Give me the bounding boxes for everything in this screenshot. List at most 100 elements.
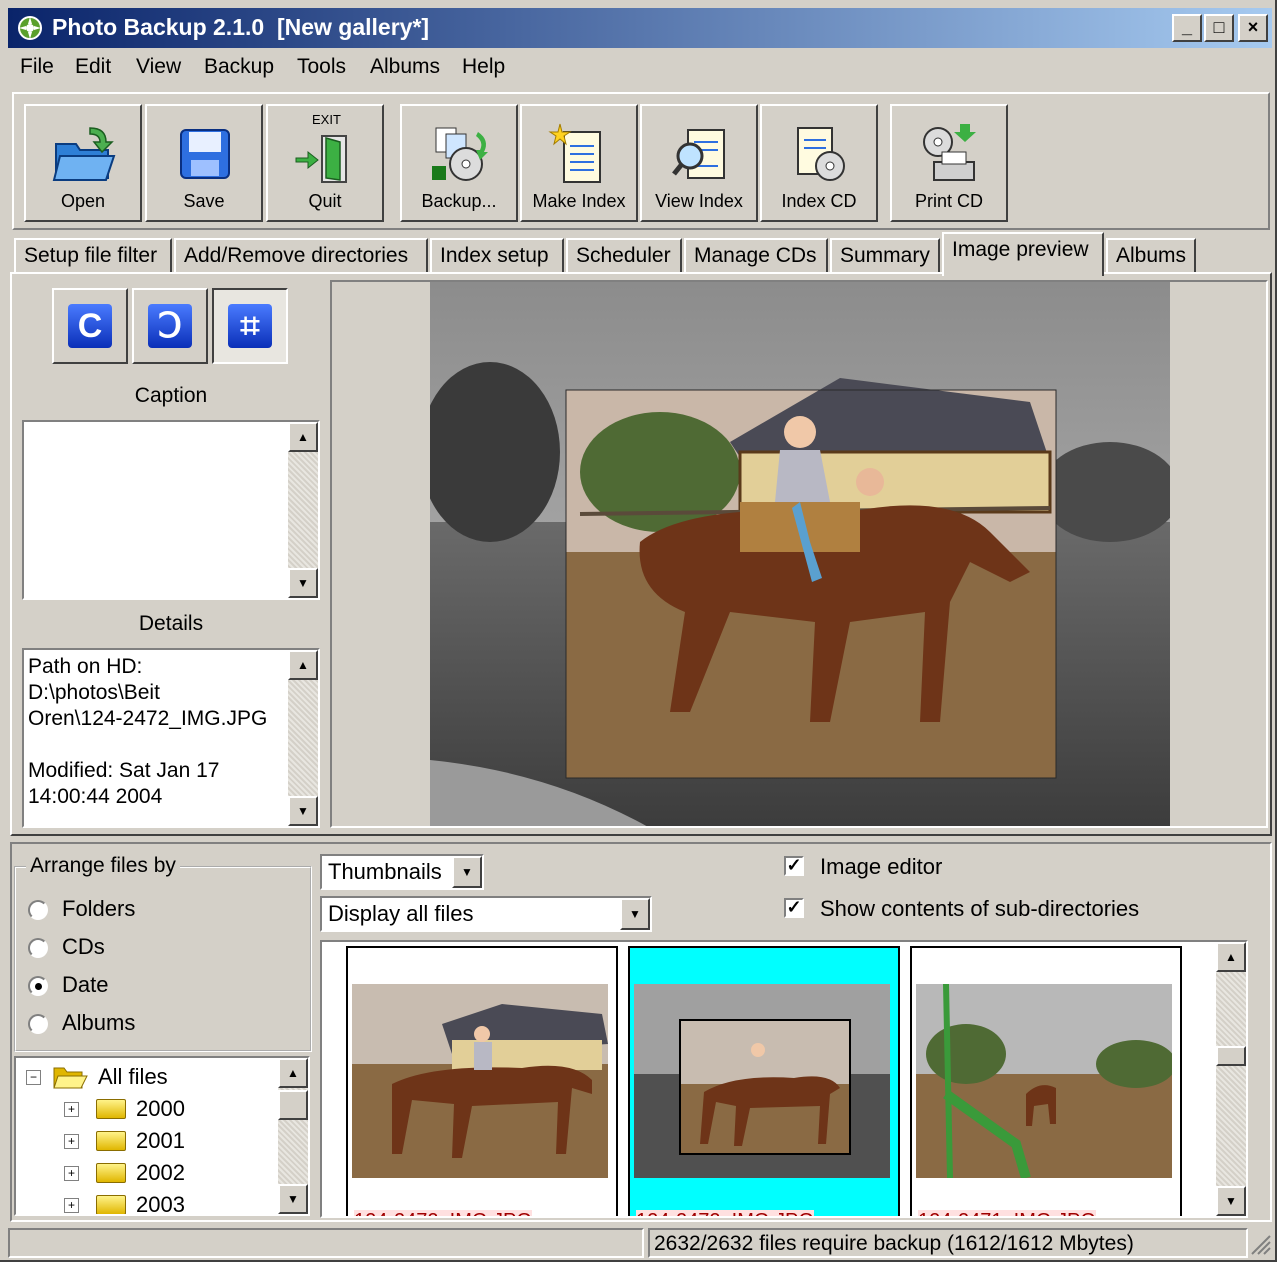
window-title: Photo Backup 2.1.0 [New gallery*] [52, 14, 430, 40]
caption-label: Caption [134, 384, 208, 407]
tree-scroll-down-icon[interactable]: ▼ [278, 1184, 308, 1214]
checkmark-icon[interactable]: ✓ [784, 856, 804, 876]
rotate-counterclockwise-icon: Ↄ [148, 304, 192, 348]
menu-edit[interactable]: Edit [75, 55, 111, 79]
exit-badge: EXIT [312, 112, 341, 127]
chevron-down-icon[interactable]: ▼ [620, 898, 650, 930]
backup-button[interactable]: Backup... [400, 104, 518, 222]
folder-icon [96, 1163, 126, 1183]
index-cd-button[interactable]: Index CD [760, 104, 878, 222]
tab-manage-cds[interactable]: Manage CDs [684, 238, 828, 274]
thumbnail-image[interactable] [634, 984, 890, 1178]
thumbnail-scroll-down-icon[interactable]: ▼ [1216, 1186, 1246, 1216]
expand-icon[interactable]: + [64, 1198, 79, 1213]
checkmark-icon[interactable]: ✓ [784, 898, 804, 918]
tree-scroll-thumb[interactable] [278, 1090, 308, 1120]
thumbnail-image[interactable] [916, 984, 1172, 1178]
caption-scrollbar[interactable]: ▲ ▼ [288, 422, 318, 598]
maximize-button[interactable]: □ [1204, 14, 1234, 42]
tab-summary[interactable]: Summary [830, 238, 940, 274]
thumbnail-item[interactable]: 124-2472_IMG.JPG [346, 946, 618, 1216]
close-button[interactable]: × [1238, 14, 1268, 42]
tab-image-preview[interactable]: Image preview [942, 232, 1104, 276]
preview-photo[interactable] [430, 282, 1170, 828]
tab-setup-file-filter[interactable]: Setup file filter [14, 238, 172, 274]
menu-view[interactable]: View [136, 55, 181, 79]
print-cd-button[interactable]: Print CD [890, 104, 1008, 222]
menu-tools[interactable]: Tools [297, 55, 346, 79]
rotate-counterclockwise-button[interactable]: Ↄ [132, 288, 208, 364]
details-line [28, 732, 267, 758]
save-button[interactable]: Save [145, 104, 263, 222]
arrange-files-group: Arrange files by Folders CDs Date Albums [14, 854, 312, 1052]
radio-albums-button[interactable] [28, 1014, 48, 1034]
thumbnail-scroll-up-icon[interactable]: ▲ [1216, 942, 1246, 972]
tab-scheduler[interactable]: Scheduler [566, 238, 682, 274]
tab-albums[interactable]: Albums [1106, 238, 1196, 274]
tab-index-setup[interactable]: Index setup [430, 238, 564, 274]
minimize-button[interactable]: _ [1172, 14, 1202, 42]
expand-icon[interactable]: + [64, 1166, 79, 1181]
floppy-disk-icon [180, 129, 230, 179]
tree-label: 2000 [136, 1096, 185, 1121]
print-cd-icon [923, 124, 976, 181]
image-preview-area[interactable] [330, 280, 1268, 828]
make-index-button[interactable]: Make Index [520, 104, 638, 222]
radio-cds-button[interactable] [28, 938, 48, 958]
radio-albums-label[interactable]: Albums [62, 1010, 135, 1036]
thumbnail-item-selected[interactable]: 124-2472_IMG.JPG [628, 946, 900, 1216]
menu-file[interactable]: File [20, 55, 54, 79]
folder-tree[interactable]: − All files + 2000 + 2001 + 2002 + 2003 [14, 1056, 310, 1216]
show-subdirectories-checkbox[interactable]: ✓ Show contents of sub-directories [784, 896, 1184, 926]
tree-label: All files [98, 1064, 168, 1089]
menu-backup[interactable]: Backup [204, 55, 274, 79]
thumbnail-image[interactable] [352, 984, 608, 1178]
tree-scroll-up-icon[interactable]: ▲ [278, 1058, 308, 1088]
collapse-icon[interactable]: − [26, 1070, 41, 1085]
thumbnail-scroll-thumb[interactable] [1216, 1046, 1246, 1066]
radio-cds-label[interactable]: CDs [62, 934, 105, 960]
view-index-button[interactable]: View Index [640, 104, 758, 222]
details-scroll-down-icon[interactable]: ▼ [288, 796, 318, 826]
thumbnail-scrollbar[interactable]: ▲ ▼ [1216, 942, 1246, 1216]
details-line: D:\photos\Beit [28, 681, 160, 704]
tab-add-remove-directories[interactable]: Add/Remove directories [174, 238, 428, 274]
radio-date-label[interactable]: Date [62, 972, 108, 998]
image-editor-label[interactable]: Image editor [820, 854, 942, 880]
thumbnail-grid[interactable]: 124-2472_IMG.JPG 124-2472_IMG.JPG [320, 940, 1248, 1218]
menu-help[interactable]: Help [462, 55, 505, 79]
details-textarea[interactable]: Path on HD: D:\photos\Beit Oren\124-2472… [22, 648, 320, 828]
radio-folders-button[interactable] [28, 900, 48, 920]
details-line: Modified: Sat Jan 17 [28, 759, 220, 782]
exit-door-icon [295, 135, 347, 183]
show-subdirectories-label[interactable]: Show contents of sub-directories [820, 896, 1139, 922]
details-scrollbar[interactable]: ▲ ▼ [288, 650, 318, 826]
expand-icon[interactable]: + [64, 1102, 79, 1117]
expand-icon[interactable]: + [64, 1134, 79, 1149]
view-mode-select[interactable]: Thumbnails ▼ [320, 854, 484, 890]
tree-scrollbar[interactable]: ▲ ▼ [278, 1058, 308, 1214]
open-button[interactable]: Open [24, 104, 142, 222]
toolbar: Open Save EXIT Quit Backup... Make Index… [12, 92, 1270, 230]
rotate-clockwise-button[interactable]: C [52, 288, 128, 364]
menu-bar: File Edit View Backup Tools Albums Help [8, 50, 1272, 86]
caption-scroll-down-icon[interactable]: ▼ [288, 568, 318, 598]
details-scroll-up-icon[interactable]: ▲ [288, 650, 318, 680]
radio-folders-label[interactable]: Folders [62, 896, 135, 922]
resize-grip-icon[interactable] [1248, 1232, 1272, 1256]
chevron-down-icon[interactable]: ▼ [452, 856, 482, 888]
thumbnail-item[interactable]: 124-2471_IMG.JPG [910, 946, 1182, 1216]
caption-textarea[interactable]: ▲ ▼ [22, 420, 320, 600]
make-index-button-label: Make Index [532, 191, 626, 211]
radio-date-button[interactable] [28, 976, 48, 996]
menu-albums[interactable]: Albums [370, 55, 440, 79]
folder-icon [96, 1131, 126, 1151]
quit-button[interactable]: EXIT Quit [266, 104, 384, 222]
quit-button-label: Quit [308, 191, 342, 211]
image-editor-checkbox[interactable]: ✓ Image editor [784, 854, 1184, 884]
index-cd-icon [797, 127, 845, 181]
crop-button[interactable]: ⌗ [212, 288, 288, 364]
title-bar[interactable]: Photo Backup 2.1.0 [New gallery*] _ □ × [8, 8, 1272, 48]
caption-scroll-up-icon[interactable]: ▲ [288, 422, 318, 452]
file-filter-select[interactable]: Display all files ▼ [320, 896, 652, 932]
